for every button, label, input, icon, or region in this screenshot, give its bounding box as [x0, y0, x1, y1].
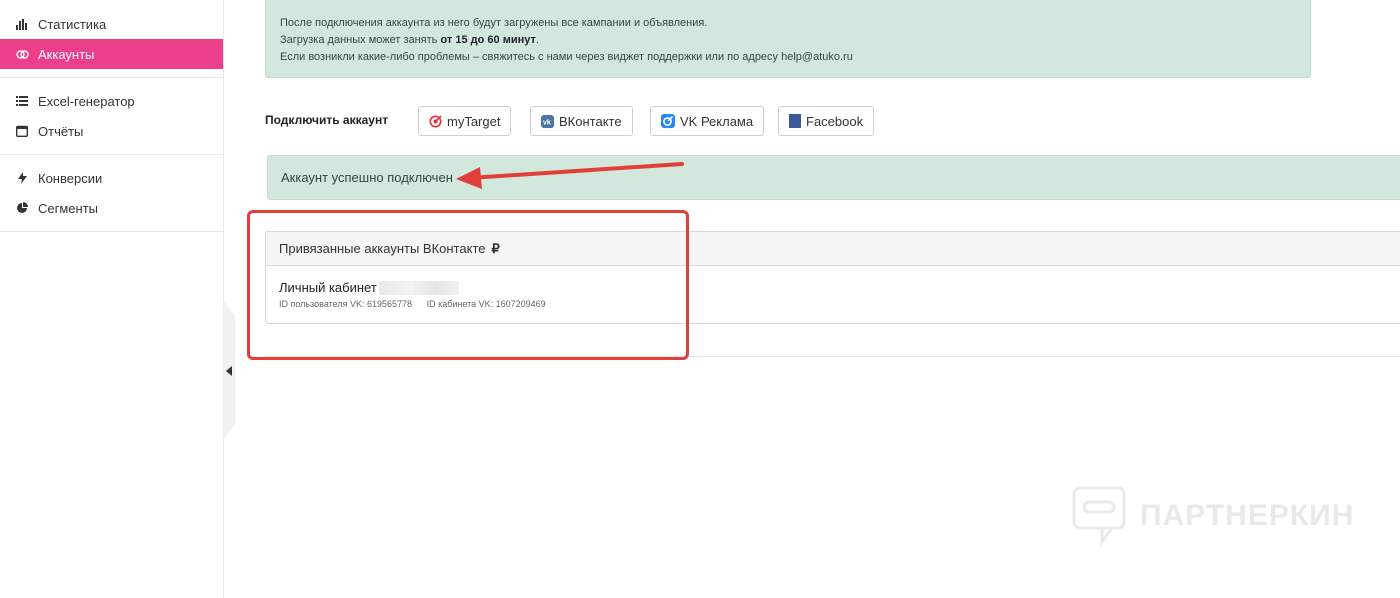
- info-alert: После подключения аккаунта из него будут…: [265, 0, 1311, 78]
- sidebar-item-label: Статистика: [38, 16, 107, 32]
- connect-facebook-button[interactable]: Facebook: [778, 106, 875, 136]
- facebook-icon: [789, 114, 801, 128]
- connect-mytarget-button[interactable]: myTarget: [418, 106, 512, 136]
- sidebar-item-accounts[interactable]: Аккаунты: [0, 39, 223, 69]
- nav-group-tools: Excel-генератор Отчёты: [0, 78, 223, 155]
- success-message: Аккаунт успешно подключен: [281, 170, 453, 185]
- sidebar-item-label: Excel-генератор: [38, 93, 135, 109]
- chevron-left-icon: [226, 366, 232, 376]
- success-alert: Аккаунт успешно подключен: [267, 155, 1400, 200]
- connect-account-label: Подключить аккаунт: [265, 113, 389, 127]
- watermark: ПАРТНЕРКИН: [1072, 486, 1354, 546]
- watermark-logo-icon: [1072, 486, 1126, 546]
- nav-group-main: Статистика Аккаунты: [0, 0, 223, 78]
- annotation-arrow: [456, 162, 684, 189]
- sidebar: Статистика Аккаунты Excel-генератор Отчё…: [0, 0, 224, 598]
- svg-text:vk: vk: [543, 119, 551, 126]
- bar-chart-icon: [15, 17, 29, 31]
- sidebar-item-label: Отчёты: [38, 123, 84, 139]
- sidebar-item-conversions[interactable]: Конверсии: [0, 163, 223, 193]
- info-line: Если возникли какие-либо проблемы – свяж…: [280, 51, 853, 63]
- sidebar-item-reports[interactable]: Отчёты: [0, 116, 223, 146]
- mytarget-icon: [429, 114, 442, 128]
- bolt-icon: [15, 171, 29, 185]
- sidebar-item-excel-generator[interactable]: Excel-генератор: [0, 86, 223, 116]
- vk-ads-icon: [661, 114, 675, 128]
- link-icon: [15, 47, 29, 61]
- connect-vk-button[interactable]: vk ВКонтакте: [530, 106, 633, 136]
- calendar-icon: [15, 124, 29, 138]
- nav-group-analytics: Конверсии Сегменты: [0, 155, 223, 232]
- info-line: Загрузка данных может занять от 15 до 60…: [280, 34, 539, 46]
- sidebar-collapse-handle[interactable]: [223, 300, 235, 440]
- vk-icon: vk: [541, 114, 554, 128]
- watermark-text: ПАРТНЕРКИН: [1140, 499, 1355, 532]
- info-line: После подключения аккаунта из него будут…: [280, 17, 708, 29]
- annotation-highlight-rect: [247, 210, 689, 360]
- sidebar-item-label: Сегменты: [38, 200, 99, 216]
- list-icon: [15, 94, 29, 108]
- pie-chart-icon: [15, 201, 29, 215]
- sidebar-item-label: Конверсии: [38, 170, 103, 186]
- sidebar-item-segments[interactable]: Сегменты: [0, 193, 223, 223]
- sidebar-item-statistics[interactable]: Статистика: [0, 9, 223, 39]
- connect-vk-ads-button[interactable]: VK Реклама: [650, 106, 765, 136]
- sidebar-item-label: Аккаунты: [38, 46, 95, 62]
